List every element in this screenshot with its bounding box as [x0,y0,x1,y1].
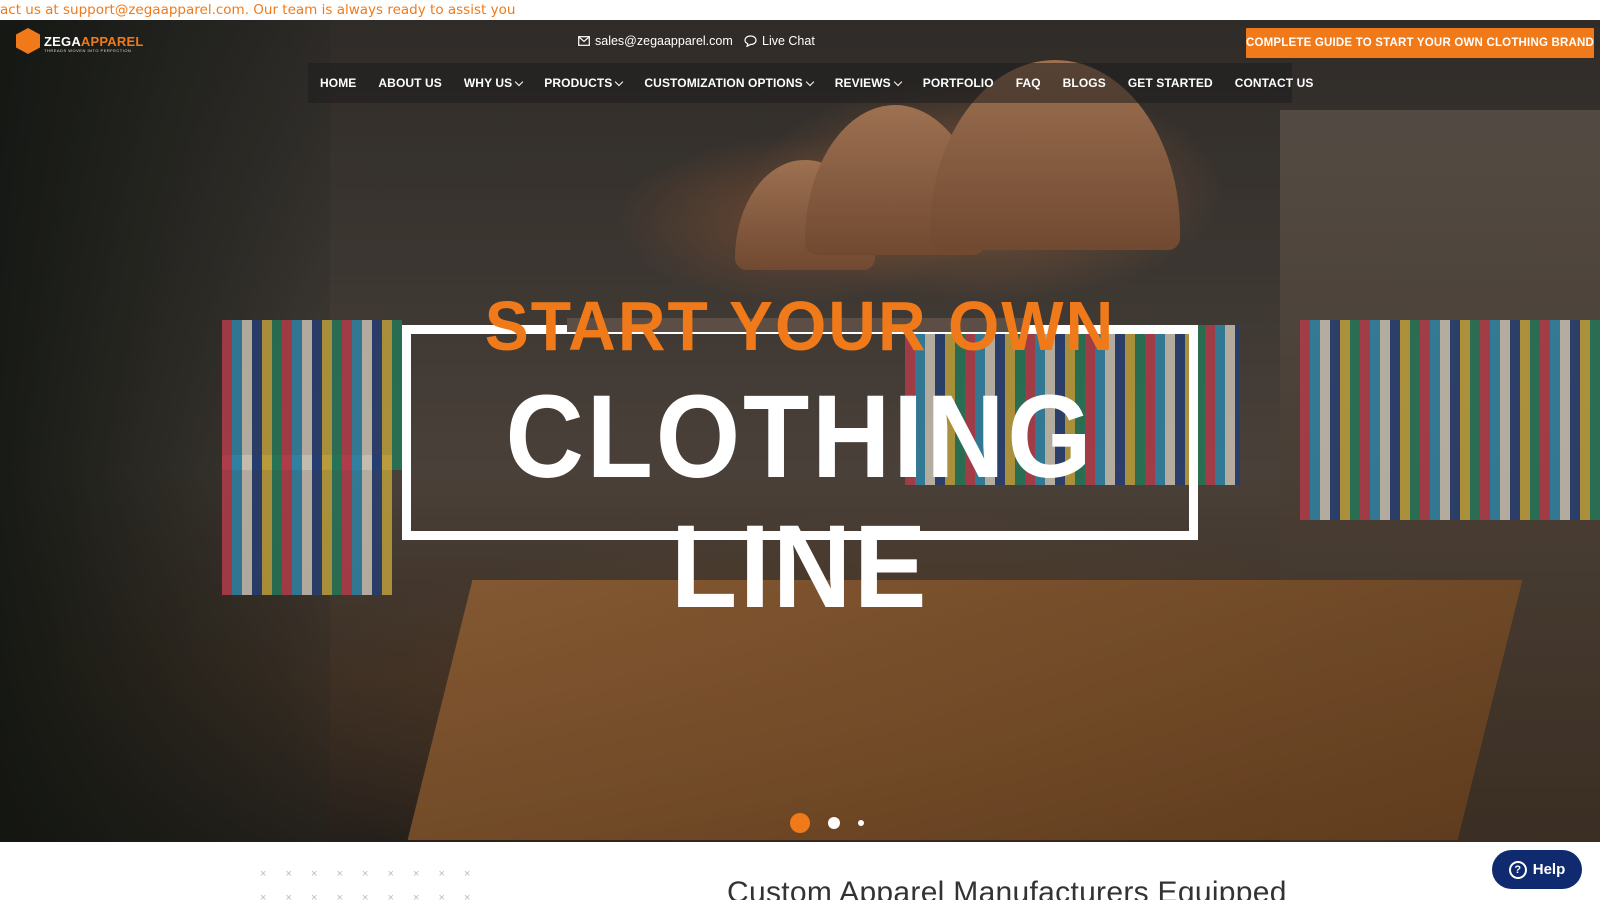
nav-label-get-started: GET STARTED [1127,76,1213,90]
x-mark-icon: × [413,892,420,900]
x-mark-icon: × [464,892,471,900]
x-mark-icon: × [311,868,318,880]
logo-mark-icon [16,28,40,54]
x-mark-icon: × [260,868,267,880]
nav-item-products[interactable]: PRODUCTS [544,76,624,90]
email-text: sales@zegaapparel.com [595,34,733,48]
chevron-down-icon [515,77,524,86]
chat-bubble-icon [744,35,757,47]
x-mark-icon: × [362,892,369,900]
x-mark-icon: × [387,868,394,880]
nav-label-blogs: BLOGS [1062,76,1106,90]
chevron-down-icon [893,77,903,86]
nav-label-customization: CUSTOMIZATION OPTIONS [644,76,803,90]
section-subheading: Custom Apparel Manufacturers Equipped [727,876,1287,900]
live-chat-link[interactable]: Live Chat [744,34,815,48]
x-mark-icon: × [438,868,445,880]
logo-text-part2: APPAREL [80,33,144,49]
nav-label-products: PRODUCTS [544,76,613,90]
x-mark-icon: × [336,892,343,900]
slider-dot-1[interactable] [790,813,810,833]
nav-item-faq[interactable]: FAQ [1016,76,1041,90]
nav-item-customization[interactable]: CUSTOMIZATION OPTIONS [644,76,814,90]
decorative-x-pattern: × × × × × × × × × × × × × × × × × × [260,868,490,900]
hero-headline-top: START YOUR OWN [484,287,1116,365]
nav-item-contact[interactable]: CONTACT US [1235,76,1314,90]
logo-tagline: THREADS WOVEN INTO PERFECTION [44,48,132,53]
x-mark-icon: × [285,868,292,880]
chat-text: Live Chat [762,34,815,48]
help-label: Help [1532,861,1566,878]
nav-item-reviews[interactable]: REVIEWS [834,76,903,90]
logo-text-part1: ZEGA [44,33,81,49]
brand-logo[interactable]: ZEGAAPPAREL THREADS WOVEN INTO PERFECTIO… [16,28,143,54]
chevron-down-icon [615,77,624,86]
slider-dot-2[interactable] [828,817,840,829]
nav-item-why-us[interactable]: WHY US [463,76,524,90]
x-mark-icon: × [464,868,471,880]
nav-label-reviews: REVIEWS [834,76,891,90]
announcement-ticker: act us at support@zegaapparel.com. Our t… [0,0,1600,20]
x-mark-icon: × [362,868,369,880]
ticker-text: act us at support@zegaapparel.com. Our t… [0,2,516,18]
x-mark-icon: × [311,892,318,900]
nav-label-why-us: WHY US [463,76,513,90]
help-widget-button[interactable]: ? Help [1492,850,1582,889]
main-nav: HOME ABOUT US WHY US PRODUCTS CUSTOMIZAT… [308,63,1313,103]
x-mark-icon: × [413,868,420,880]
nav-label-faq: FAQ [1015,76,1041,90]
nav-label-about: ABOUT US [378,76,442,90]
logo-text: ZEGAAPPAREL [44,34,143,49]
envelope-icon [578,36,590,46]
nav-label-portfolio: PORTFOLIO [922,76,994,90]
nav-item-portfolio[interactable]: PORTFOLIO [923,76,994,90]
nav-item-home[interactable]: HOME [320,76,356,90]
slider-dot-3[interactable] [858,820,864,826]
slider-dots [790,813,864,833]
email-link[interactable]: sales@zegaapparel.com [578,34,733,48]
x-mark-icon: × [438,892,445,900]
x-mark-icon: × [387,892,394,900]
x-mark-icon: × [285,892,292,900]
question-mark-icon: ? [1508,860,1527,879]
nav-item-blogs[interactable]: BLOGS [1063,76,1106,90]
chevron-down-icon [805,77,814,86]
x-mark-icon: × [260,892,267,900]
nav-item-get-started[interactable]: GET STARTED [1128,76,1213,90]
x-mark-icon: × [336,868,343,880]
nav-label-contact: CONTACT US [1234,76,1314,90]
clothing-brand-guide-button[interactable]: COMPLETE GUIDE TO START YOUR OWN CLOTHIN… [1246,28,1594,58]
nav-label-home: HOME [320,76,357,90]
nav-item-about[interactable]: ABOUT US [378,76,441,90]
hero-headline-main: CLOTHING LINE [505,371,1095,633]
